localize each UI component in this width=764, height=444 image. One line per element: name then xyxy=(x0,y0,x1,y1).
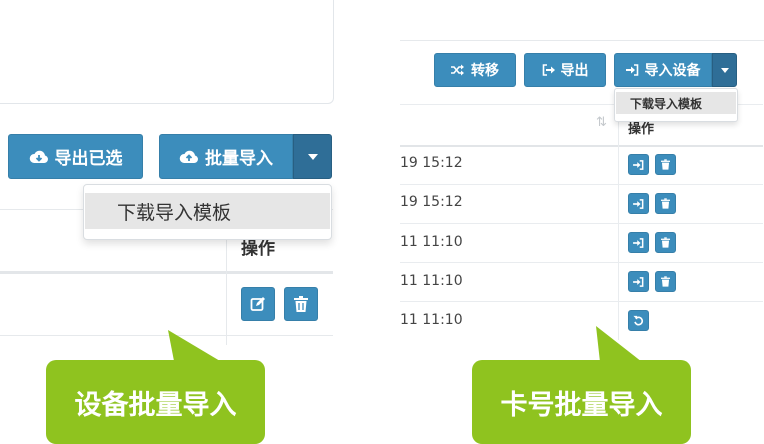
batch-import-dropdown-toggle[interactable] xyxy=(293,134,332,179)
login-icon xyxy=(633,159,644,170)
table-divider xyxy=(400,223,763,224)
export-label: 导出 xyxy=(560,63,589,79)
import-device-dropdown-toggle[interactable] xyxy=(712,53,737,87)
trash-icon xyxy=(661,276,670,287)
import-device-label: 导入设备 xyxy=(644,63,701,79)
row-import-button[interactable] xyxy=(628,193,649,214)
cloud-upload-icon xyxy=(179,150,198,163)
download-import-template-item[interactable]: 下载导入模板 xyxy=(85,193,330,229)
row-time: 19 15:12 xyxy=(400,155,463,171)
import-device-button[interactable]: 导入设备 xyxy=(614,53,712,87)
table-column-divider xyxy=(618,104,619,340)
row-delete-button[interactable] xyxy=(655,154,676,175)
caret-down-icon xyxy=(720,67,729,73)
row-delete-button[interactable] xyxy=(655,232,676,253)
undo-icon xyxy=(633,315,644,326)
filter-panel-card xyxy=(0,0,334,104)
export-icon xyxy=(542,64,555,76)
row-time: 19 15:12 xyxy=(400,194,463,210)
table-divider xyxy=(400,301,763,302)
table-header-divider xyxy=(400,145,763,147)
trash-icon xyxy=(661,237,670,248)
row-delete-button[interactable] xyxy=(655,271,676,292)
batch-import-button[interactable]: 批量导入 xyxy=(159,134,293,179)
trash-icon xyxy=(294,296,308,312)
shuffle-icon xyxy=(451,64,464,76)
export-selected-button[interactable]: 导出已选 xyxy=(8,134,143,179)
export-selected-label: 导出已选 xyxy=(54,149,123,169)
callout-pointer-right xyxy=(596,326,642,362)
table-divider xyxy=(400,262,763,263)
login-icon xyxy=(633,237,644,248)
callout-left-label: 设备批量导入 xyxy=(74,389,237,421)
trash-icon xyxy=(661,198,670,209)
toolbar-divider xyxy=(400,40,764,41)
callout-right-label: 卡号批量导入 xyxy=(500,389,663,421)
login-icon xyxy=(625,64,638,76)
edit-button[interactable] xyxy=(241,287,275,321)
sort-icon[interactable]: ⇅ xyxy=(596,115,607,130)
row-time: 11 11:10 xyxy=(400,234,463,250)
transfer-button[interactable]: 转移 xyxy=(434,53,516,87)
batch-import-label: 批量导入 xyxy=(205,149,273,169)
device-batch-import-callout: 设备批量导入 xyxy=(46,360,265,444)
import-device-dropdown-menu: 下载导入模板 xyxy=(614,88,738,122)
row-delete-button[interactable] xyxy=(655,193,676,214)
trash-icon xyxy=(661,159,670,170)
batch-import-dropdown-menu: 下载导入模板 xyxy=(83,184,332,240)
row-time: 11 11:10 xyxy=(400,273,463,289)
transfer-label: 转移 xyxy=(471,63,499,79)
row-import-button[interactable] xyxy=(628,271,649,292)
caret-down-icon xyxy=(307,153,318,160)
row-import-button[interactable] xyxy=(628,232,649,253)
delete-button[interactable] xyxy=(284,287,318,321)
row-import-button[interactable] xyxy=(628,154,649,175)
login-icon xyxy=(633,276,644,287)
table-header-divider xyxy=(0,271,333,274)
login-icon xyxy=(633,198,644,209)
row-time: 11 11:10 xyxy=(400,312,463,328)
cloud-download-icon xyxy=(29,150,48,163)
edit-icon xyxy=(250,297,265,311)
export-button[interactable]: 导出 xyxy=(524,53,606,87)
table-divider xyxy=(400,184,763,185)
card-batch-import-callout: 卡号批量导入 xyxy=(472,360,691,444)
download-import-template-item[interactable]: 下载导入模板 xyxy=(616,92,736,114)
